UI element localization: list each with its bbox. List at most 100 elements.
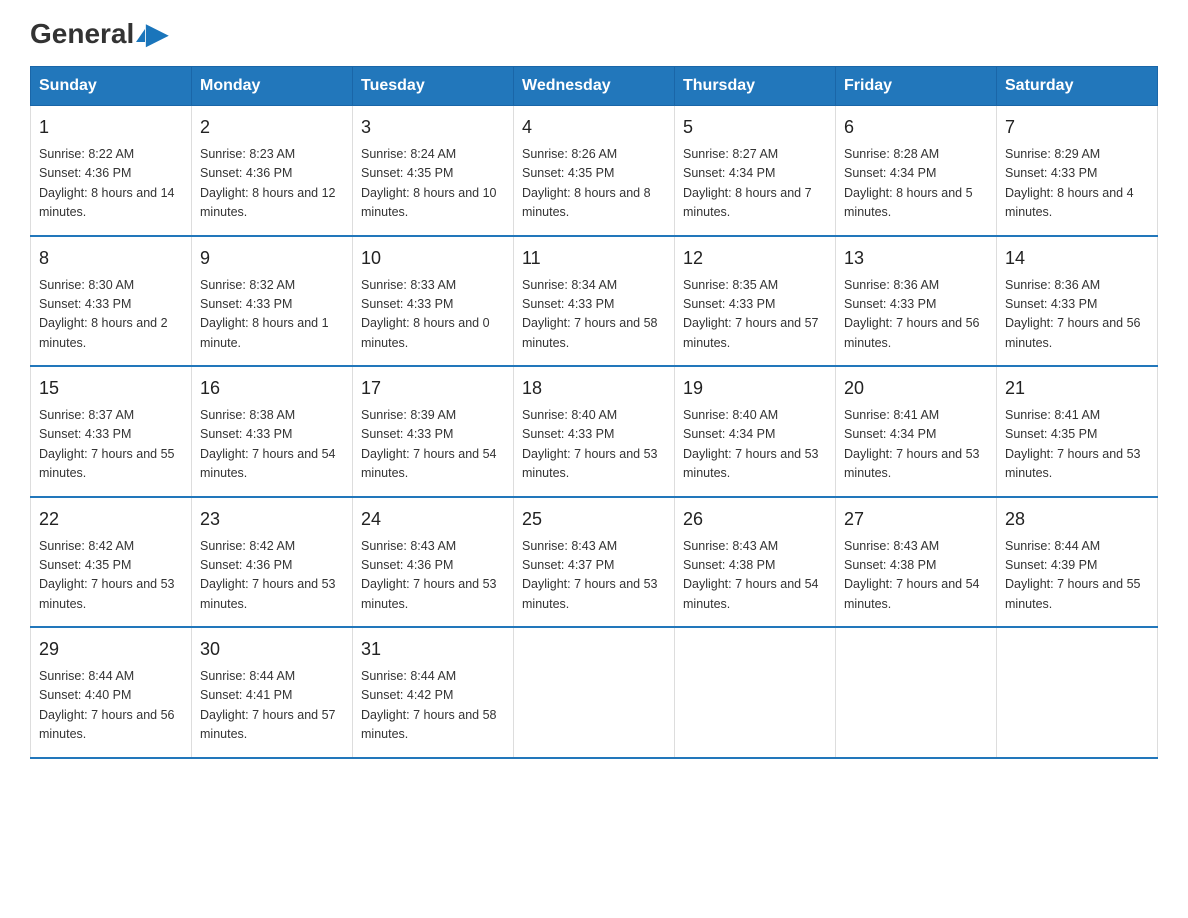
- day-info: Sunrise: 8:32 AMSunset: 4:33 PMDaylight:…: [200, 276, 344, 354]
- day-info: Sunrise: 8:44 AMSunset: 4:40 PMDaylight:…: [39, 667, 183, 745]
- logo-arrow: ▶: [146, 18, 168, 49]
- day-info: Sunrise: 8:26 AMSunset: 4:35 PMDaylight:…: [522, 145, 666, 223]
- day-number: 1: [39, 114, 183, 141]
- calendar-cell: 1 Sunrise: 8:22 AMSunset: 4:36 PMDaylight…: [31, 106, 192, 236]
- calendar-week-row: 22Sunrise: 8:42 AMSunset: 4:35 PMDayligh…: [31, 497, 1158, 628]
- day-number: 15: [39, 375, 183, 402]
- calendar-cell: 25Sunrise: 8:43 AMSunset: 4:37 PMDayligh…: [514, 497, 675, 628]
- day-number: 21: [1005, 375, 1149, 402]
- calendar-cell: 19 Sunrise: 8:40 AMSunset: 4:34 PMDayligh…: [675, 366, 836, 497]
- day-info: Sunrise: 8:34 AMSunset: 4:33 PMDaylight:…: [522, 276, 666, 354]
- calendar-cell: 20 Sunrise: 8:41 AMSunset: 4:34 PMDayligh…: [836, 366, 997, 497]
- day-number: 3: [361, 114, 505, 141]
- day-info: Sunrise: 8:35 AMSunset: 4:33 PMDaylight:…: [683, 276, 827, 354]
- day-info: Sunrise: 8:40 AMSunset: 4:33 PMDaylight:…: [522, 406, 666, 484]
- day-info: Sunrise: 8:30 AMSunset: 4:33 PMDaylight:…: [39, 276, 183, 354]
- calendar-week-row: 8 Sunrise: 8:30 AMSunset: 4:33 PMDaylight…: [31, 236, 1158, 367]
- column-header-saturday: Saturday: [997, 67, 1158, 106]
- logo-triangle-icon: [136, 29, 145, 42]
- calendar-cell: 9Sunrise: 8:32 AMSunset: 4:33 PMDaylight…: [192, 236, 353, 367]
- day-info: Sunrise: 8:37 AMSunset: 4:33 PMDaylight:…: [39, 406, 183, 484]
- calendar-cell: 8 Sunrise: 8:30 AMSunset: 4:33 PMDaylight…: [31, 236, 192, 367]
- column-header-tuesday: Tuesday: [353, 67, 514, 106]
- calendar-cell: 21Sunrise: 8:41 AMSunset: 4:35 PMDayligh…: [997, 366, 1158, 497]
- day-number: 16: [200, 375, 344, 402]
- calendar-cell: 28 Sunrise: 8:44 AMSunset: 4:39 PMDayligh…: [997, 497, 1158, 628]
- calendar-week-row: 15 Sunrise: 8:37 AMSunset: 4:33 PMDayligh…: [31, 366, 1158, 497]
- day-info: Sunrise: 8:22 AMSunset: 4:36 PMDaylight:…: [39, 145, 183, 223]
- calendar-cell: 24 Sunrise: 8:43 AMSunset: 4:36 PMDayligh…: [353, 497, 514, 628]
- day-number: 2: [200, 114, 344, 141]
- logo-text: General ▶: [30, 20, 168, 48]
- day-info: Sunrise: 8:44 AMSunset: 4:39 PMDaylight:…: [1005, 537, 1149, 615]
- day-number: 19: [683, 375, 827, 402]
- calendar-cell: 27Sunrise: 8:43 AMSunset: 4:38 PMDayligh…: [836, 497, 997, 628]
- day-number: 11: [522, 245, 666, 272]
- day-number: 7: [1005, 114, 1149, 141]
- day-info: Sunrise: 8:39 AMSunset: 4:33 PMDaylight:…: [361, 406, 505, 484]
- day-info: Sunrise: 8:43 AMSunset: 4:36 PMDaylight:…: [361, 537, 505, 615]
- calendar-cell: 10Sunrise: 8:33 AMSunset: 4:33 PMDayligh…: [353, 236, 514, 367]
- day-info: Sunrise: 8:29 AMSunset: 4:33 PMDaylight:…: [1005, 145, 1149, 223]
- day-info: Sunrise: 8:36 AMSunset: 4:33 PMDaylight:…: [1005, 276, 1149, 354]
- day-number: 8: [39, 245, 183, 272]
- day-number: 17: [361, 375, 505, 402]
- day-number: 27: [844, 506, 988, 533]
- calendar-cell: 7 Sunrise: 8:29 AMSunset: 4:33 PMDaylight…: [997, 106, 1158, 236]
- day-number: 6: [844, 114, 988, 141]
- calendar-cell: 26 Sunrise: 8:43 AMSunset: 4:38 PMDayligh…: [675, 497, 836, 628]
- calendar-cell: 23Sunrise: 8:42 AMSunset: 4:36 PMDayligh…: [192, 497, 353, 628]
- calendar-cell: 5 Sunrise: 8:27 AMSunset: 4:34 PMDaylight…: [675, 106, 836, 236]
- calendar-header-row: SundayMondayTuesdayWednesdayThursdayFrid…: [31, 67, 1158, 106]
- day-number: 14: [1005, 245, 1149, 272]
- day-info: Sunrise: 8:28 AMSunset: 4:34 PMDaylight:…: [844, 145, 988, 223]
- calendar-cell: 3 Sunrise: 8:24 AMSunset: 4:35 PMDaylight…: [353, 106, 514, 236]
- day-info: Sunrise: 8:38 AMSunset: 4:33 PMDaylight:…: [200, 406, 344, 484]
- day-number: 26: [683, 506, 827, 533]
- day-info: Sunrise: 8:27 AMSunset: 4:34 PMDaylight:…: [683, 145, 827, 223]
- column-header-thursday: Thursday: [675, 67, 836, 106]
- day-info: Sunrise: 8:44 AMSunset: 4:42 PMDaylight:…: [361, 667, 505, 745]
- calendar-cell: 22Sunrise: 8:42 AMSunset: 4:35 PMDayligh…: [31, 497, 192, 628]
- day-number: 5: [683, 114, 827, 141]
- day-info: Sunrise: 8:24 AMSunset: 4:35 PMDaylight:…: [361, 145, 505, 223]
- day-number: 22: [39, 506, 183, 533]
- day-info: Sunrise: 8:40 AMSunset: 4:34 PMDaylight:…: [683, 406, 827, 484]
- logo: General ▶: [30, 20, 168, 50]
- calendar-cell: 2 Sunrise: 8:23 AMSunset: 4:36 PMDaylight…: [192, 106, 353, 236]
- column-header-sunday: Sunday: [31, 67, 192, 106]
- day-info: Sunrise: 8:23 AMSunset: 4:36 PMDaylight:…: [200, 145, 344, 223]
- day-info: Sunrise: 8:33 AMSunset: 4:33 PMDaylight:…: [361, 276, 505, 354]
- calendar-cell: [514, 627, 675, 758]
- calendar-cell: 15 Sunrise: 8:37 AMSunset: 4:33 PMDayligh…: [31, 366, 192, 497]
- calendar-cell: [675, 627, 836, 758]
- calendar-cell: 12Sunrise: 8:35 AMSunset: 4:33 PMDayligh…: [675, 236, 836, 367]
- page-header: General ▶: [30, 20, 1158, 50]
- calendar-week-row: 1 Sunrise: 8:22 AMSunset: 4:36 PMDaylight…: [31, 106, 1158, 236]
- day-number: 28: [1005, 506, 1149, 533]
- day-info: Sunrise: 8:42 AMSunset: 4:36 PMDaylight:…: [200, 537, 344, 615]
- calendar-cell: 16 Sunrise: 8:38 AMSunset: 4:33 PMDayligh…: [192, 366, 353, 497]
- calendar-cell: 13Sunrise: 8:36 AMSunset: 4:33 PMDayligh…: [836, 236, 997, 367]
- calendar-cell: 29Sunrise: 8:44 AMSunset: 4:40 PMDayligh…: [31, 627, 192, 758]
- day-info: Sunrise: 8:43 AMSunset: 4:38 PMDaylight:…: [683, 537, 827, 615]
- calendar-cell: 4 Sunrise: 8:26 AMSunset: 4:35 PMDaylight…: [514, 106, 675, 236]
- day-info: Sunrise: 8:36 AMSunset: 4:33 PMDaylight:…: [844, 276, 988, 354]
- calendar-cell: 14 Sunrise: 8:36 AMSunset: 4:33 PMDayligh…: [997, 236, 1158, 367]
- calendar-table: SundayMondayTuesdayWednesdayThursdayFrid…: [30, 66, 1158, 759]
- day-info: Sunrise: 8:43 AMSunset: 4:37 PMDaylight:…: [522, 537, 666, 615]
- logo-general: General: [30, 18, 134, 49]
- calendar-cell: 18Sunrise: 8:40 AMSunset: 4:33 PMDayligh…: [514, 366, 675, 497]
- day-info: Sunrise: 8:41 AMSunset: 4:34 PMDaylight:…: [844, 406, 988, 484]
- calendar-cell: 11 Sunrise: 8:34 AMSunset: 4:33 PMDayligh…: [514, 236, 675, 367]
- calendar-cell: 31 Sunrise: 8:44 AMSunset: 4:42 PMDayligh…: [353, 627, 514, 758]
- column-header-wednesday: Wednesday: [514, 67, 675, 106]
- calendar-cell: 6 Sunrise: 8:28 AMSunset: 4:34 PMDaylight…: [836, 106, 997, 236]
- calendar-cell: 17 Sunrise: 8:39 AMSunset: 4:33 PMDayligh…: [353, 366, 514, 497]
- calendar-week-row: 29Sunrise: 8:44 AMSunset: 4:40 PMDayligh…: [31, 627, 1158, 758]
- day-number: 31: [361, 636, 505, 663]
- day-number: 24: [361, 506, 505, 533]
- day-number: 20: [844, 375, 988, 402]
- day-number: 4: [522, 114, 666, 141]
- day-number: 30: [200, 636, 344, 663]
